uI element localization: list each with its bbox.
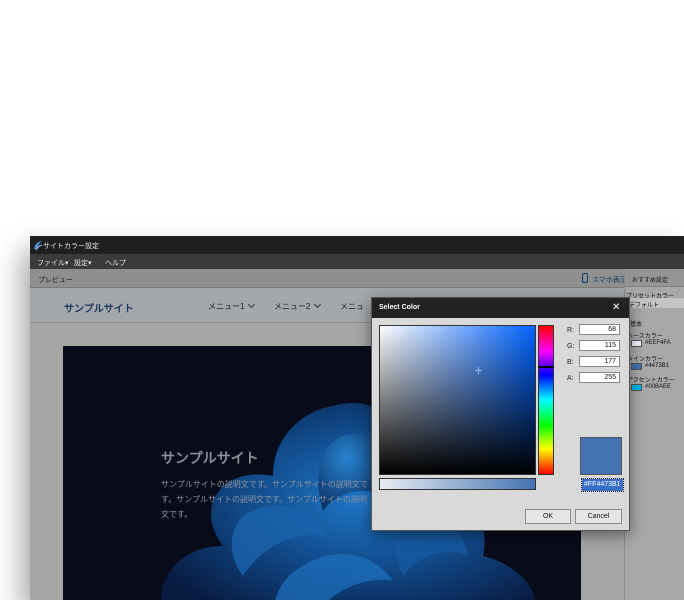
accent-color-row[interactable]: #00BAEE	[625, 382, 684, 393]
main-color-row[interactable]: #4473B1	[625, 361, 684, 372]
panel-header: おすすめ設定	[625, 269, 684, 287]
crosshair-icon[interactable]	[475, 367, 482, 374]
menu-settings[interactable]: 設定▾	[74, 258, 92, 268]
red-label: R:	[567, 327, 574, 334]
ok-button[interactable]: OK	[525, 509, 571, 524]
chevron-down-icon	[248, 300, 256, 309]
title-bar[interactable]: サイトカラー設定	[30, 236, 684, 254]
menu-file[interactable]: ファイル▾	[37, 258, 69, 268]
base-color-swatch[interactable]	[631, 340, 642, 347]
base-color-row[interactable]: #EEF4FA	[625, 338, 684, 349]
base-color-hex: #EEF4FA	[645, 340, 671, 346]
basic-section-label: 基本	[630, 322, 643, 328]
nav-menu-1[interactable]: メニュー1	[208, 300, 256, 312]
alpha-slider[interactable]	[379, 478, 536, 490]
smartphone-icon	[582, 273, 588, 283]
app-logo-icon	[34, 241, 43, 251]
preset-value: デフォルト	[629, 303, 660, 309]
alpha-label: A:	[567, 375, 574, 382]
nav-menu-3-label: メニュ	[340, 302, 364, 311]
preset-select[interactable]: デフォルト	[625, 298, 684, 309]
nav-menu-3[interactable]: メニュ	[340, 301, 364, 312]
dialog-titlebar[interactable]: Select Color ✕	[372, 298, 629, 318]
accent-color-swatch[interactable]	[631, 384, 642, 391]
panel-body: プリセットカラー デフォルト 基本 ベースカラー #EEF4FA メインカラー …	[625, 287, 684, 600]
blue-input[interactable]: 177	[579, 356, 620, 367]
site-logo[interactable]: サンプルサイト	[64, 300, 134, 315]
preview-label: プレビュー	[38, 277, 73, 284]
main-color-swatch[interactable]	[631, 363, 642, 370]
hero-title: サンプルサイト	[161, 450, 259, 466]
blue-label: B:	[567, 359, 574, 366]
nav-menu-1-label: メニュー1	[208, 302, 245, 311]
hue-marker[interactable]	[538, 366, 554, 368]
hex-input[interactable]: #FF4473B1	[581, 478, 624, 492]
chevron-down-icon	[314, 300, 322, 309]
mobile-view-label: スマホ表示	[592, 277, 627, 284]
hue-slider[interactable]	[538, 325, 554, 475]
settings-panel: おすすめ設定 プリセットカラー デフォルト 基本 ベースカラー #EEF4FA …	[624, 269, 684, 600]
green-input[interactable]: 115	[579, 340, 620, 351]
panel-title: おすすめ設定	[632, 278, 669, 284]
saturation-value-picker[interactable]	[379, 325, 536, 475]
color-preview	[580, 437, 622, 475]
cancel-button[interactable]: Cancel	[575, 509, 622, 524]
menu-bar: ファイル▾ 設定▾ ヘルプ	[30, 254, 684, 269]
preview-toolbar: プレビュー スマホ表示	[30, 269, 627, 288]
window-title: サイトカラー設定	[43, 243, 99, 250]
green-label: G:	[567, 343, 575, 350]
red-input[interactable]: 68	[579, 324, 620, 335]
main-color-hex: #4473B1	[645, 363, 670, 369]
close-icon[interactable]: ✕	[612, 302, 620, 313]
hero-description: サンプルサイトの説明文です。サンプルサイトの説明文です。サンプルサイトの説明文で…	[161, 480, 368, 519]
menu-help[interactable]: ヘルプ	[105, 258, 126, 268]
nav-menu-2[interactable]: メニュー2	[274, 300, 322, 312]
alpha-input[interactable]: 255	[579, 372, 620, 383]
accent-color-hex: #00BAEE	[645, 384, 672, 390]
select-color-dialog: Select Color ✕ R: 68 G: 115 B: 177 A: 25…	[371, 297, 630, 531]
dialog-title: Select Color	[379, 304, 420, 311]
nav-menu-2-label: メニュー2	[274, 302, 311, 311]
